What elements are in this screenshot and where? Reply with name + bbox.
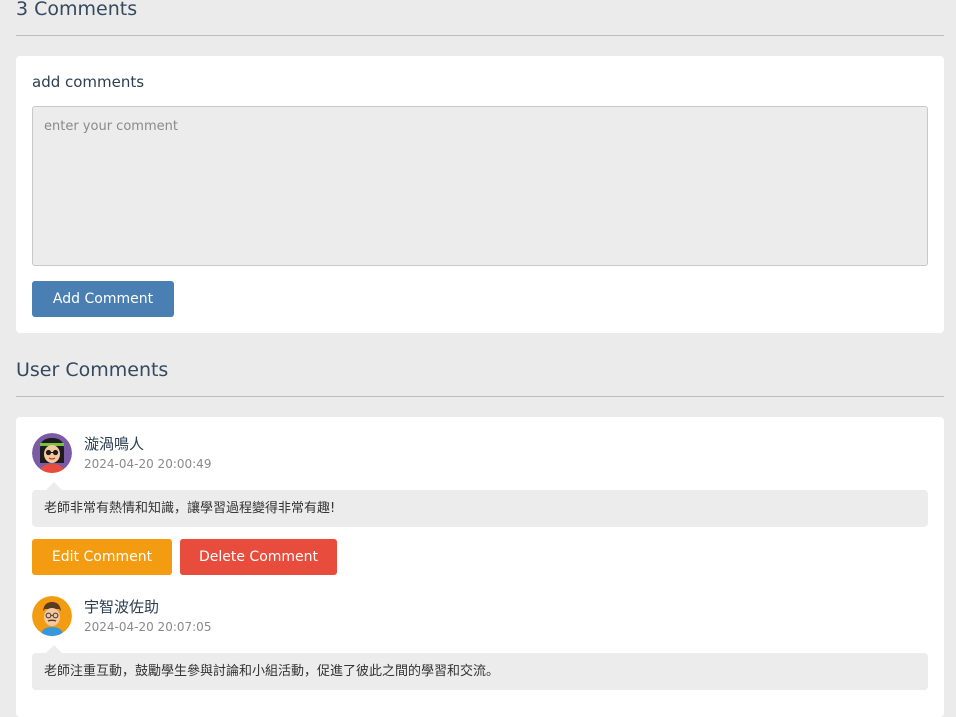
add-comment-button[interactable]: Add Comment — [32, 281, 174, 317]
delete-comment-button[interactable]: Delete Comment — [180, 539, 337, 575]
comment-text: 老師非常有熱情和知識，讓學習過程變得非常有趣! — [32, 482, 928, 527]
edit-comment-button[interactable]: Edit Comment — [32, 539, 172, 575]
comment-author: 漩渦鳴人 — [84, 435, 145, 453]
comment-timestamp: 2024-04-20 20:00:49 — [84, 457, 212, 471]
divider — [16, 396, 944, 397]
comment-timestamp: 2024-04-20 20:07:05 — [84, 620, 212, 634]
comment-count-title: 3 Comments — [16, 0, 138, 20]
comments-card: 漩渦鳴人 2024-04-20 20:00:49 老師非常有熱情和知識，讓學習過… — [16, 417, 944, 717]
comment-text: 老師注重互動，鼓勵學生參與討論和小組活動，促進了彼此之間的學習和交流。 — [32, 645, 928, 690]
add-comment-card: add comments Add Comment — [16, 56, 944, 333]
divider — [16, 35, 944, 36]
comment-author: 宇智波佐助 — [84, 598, 160, 616]
add-comment-label: add comments — [32, 73, 145, 91]
avatar-icon — [32, 433, 72, 473]
comment-textarea[interactable] — [32, 106, 928, 266]
user-comments-title: User Comments — [16, 359, 169, 381]
avatar-icon — [32, 596, 72, 636]
